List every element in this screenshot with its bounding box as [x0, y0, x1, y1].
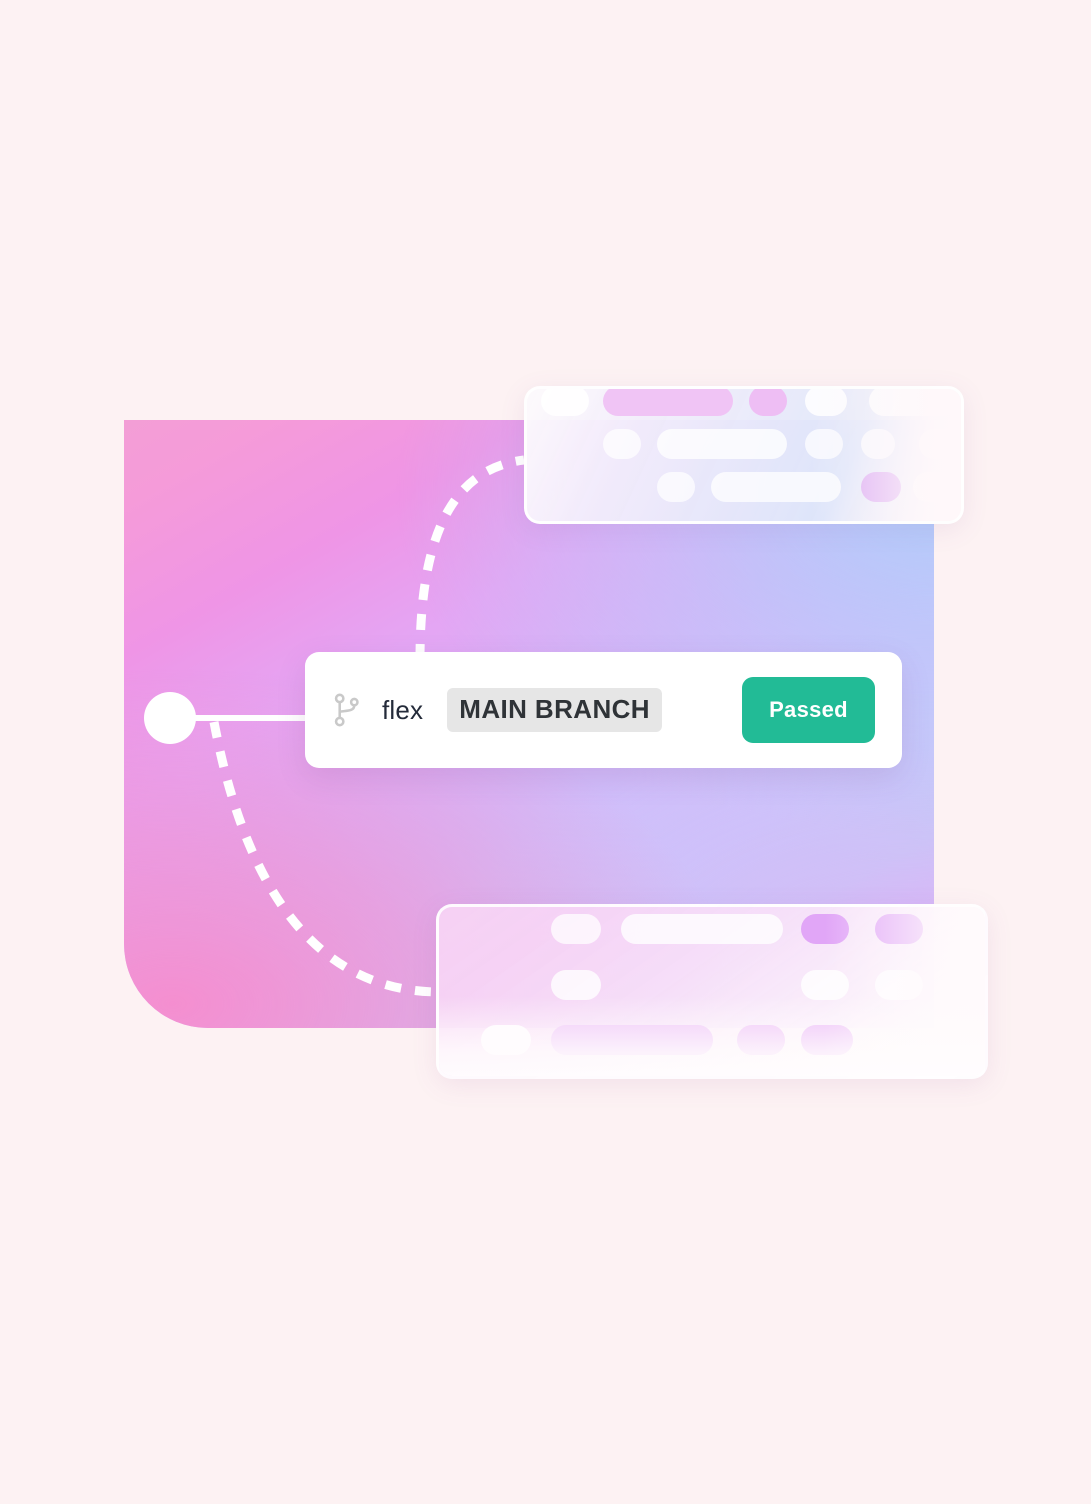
skeleton-pill	[657, 472, 695, 502]
skeleton-pill	[919, 429, 961, 459]
branch-status-card[interactable]: flex MAIN BRANCH Passed	[305, 652, 902, 768]
skeleton-pill	[621, 914, 783, 944]
status-passed-button[interactable]: Passed	[742, 677, 875, 743]
pipeline-start-node[interactable]	[144, 692, 196, 744]
skeleton-pill	[749, 389, 787, 416]
skeleton-pill	[875, 970, 923, 1000]
branch-badge: MAIN BRANCH	[447, 688, 662, 732]
skeleton-pill	[551, 914, 601, 944]
skeleton-pill	[603, 389, 733, 416]
skeleton-pill	[657, 429, 787, 459]
skeleton-pill	[869, 389, 959, 416]
skeleton-pill	[541, 389, 589, 416]
skeleton-pill	[711, 472, 841, 502]
git-branch-icon	[334, 693, 359, 727]
skeleton-pill	[551, 970, 601, 1000]
skeleton-pill	[801, 1025, 853, 1055]
skeleton-rows-bottom	[439, 907, 985, 1076]
skeleton-pill	[861, 429, 895, 459]
repo-name-label: flex	[382, 694, 424, 725]
skeleton-pill	[481, 1025, 531, 1055]
skeleton-pill	[875, 914, 923, 944]
skeleton-pill	[805, 389, 847, 416]
skeleton-pill	[603, 429, 641, 459]
skeleton-pill	[801, 970, 849, 1000]
pipeline-log-card-top[interactable]	[524, 386, 964, 524]
skeleton-pill	[913, 472, 959, 502]
pipeline-log-card-bottom[interactable]	[436, 904, 988, 1079]
skeleton-pill	[801, 914, 849, 944]
skeleton-pill	[551, 1025, 713, 1055]
skeleton-pill	[861, 472, 901, 502]
skeleton-rows-top	[527, 389, 961, 521]
skeleton-pill	[805, 429, 843, 459]
illustration-stage: flex MAIN BRANCH Passed	[0, 0, 1091, 1504]
skeleton-pill	[737, 1025, 785, 1055]
